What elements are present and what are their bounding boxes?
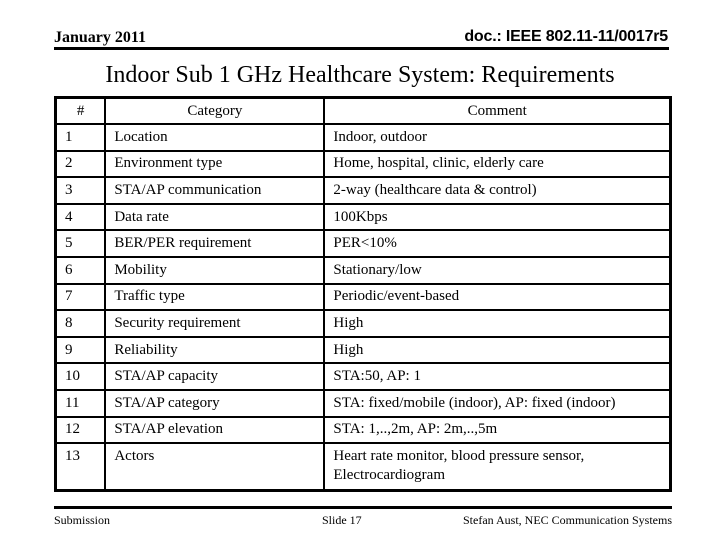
- row-category: STA/AP elevation: [104, 415, 326, 445]
- slide-title: Indoor Sub 1 GHz Healthcare System: Requ…: [105, 62, 615, 88]
- row-number: 12: [54, 415, 107, 445]
- table-row: 10 STA/AP capacity STA:50, AP: 1: [54, 362, 672, 392]
- footer-slide-number: Slide 17: [322, 513, 362, 527]
- column-header-comment: Comment: [323, 96, 672, 126]
- table-row: 1 Location Indoor, outdoor: [54, 123, 672, 152]
- row-comment: STA:50, AP: 1: [323, 362, 672, 392]
- table-row: 12 STA/AP elevation STA: 1,..,2m, AP: 2m…: [54, 415, 672, 445]
- row-number: 9: [54, 335, 107, 365]
- footer-divider: [54, 506, 672, 509]
- row-comment-line: Electrocardiogram: [333, 467, 445, 484]
- table-row: 9 Reliability High: [54, 335, 672, 365]
- header-doc-id: doc.: IEEE 802.11-11/0017r5: [464, 28, 668, 45]
- row-category: STA/AP communication: [104, 176, 326, 205]
- table-row: 4 Data rate 100Kbps: [54, 202, 672, 232]
- row-number: 11: [54, 389, 107, 418]
- row-comment: 2-way (healthcare data & control): [323, 176, 672, 205]
- table-row: 2 Environment type Home, hospital, clini…: [54, 149, 672, 179]
- row-category: Mobility: [104, 256, 326, 285]
- row-number: 6: [54, 256, 107, 285]
- row-category: BER/PER requirement: [104, 229, 326, 259]
- row-comment: 100Kbps: [323, 202, 672, 232]
- row-comment: Indoor, outdoor: [323, 123, 672, 152]
- header-divider: [54, 47, 669, 50]
- column-header-category: Category: [104, 96, 326, 126]
- row-comment: High: [323, 309, 672, 338]
- row-number: 10: [54, 362, 107, 392]
- table-row: 7 Traffic type Periodic/event-based: [54, 282, 672, 312]
- row-comment: Home, hospital, clinic, elderly care: [323, 149, 672, 179]
- row-category: Traffic type: [104, 282, 326, 312]
- row-category: Reliability: [104, 335, 326, 365]
- header-date: January 2011: [54, 29, 147, 46]
- footer-author: Stefan Aust, NEC Communication Systems: [463, 513, 672, 527]
- row-category: Actors: [104, 442, 326, 492]
- row-comment: High: [323, 335, 672, 365]
- row-category: Environment type: [104, 149, 326, 179]
- row-comment: Heart rate monitor, blood pressure senso…: [323, 442, 672, 492]
- row-comment: PER<10%: [323, 229, 672, 259]
- row-category: Security requirement: [104, 309, 326, 338]
- table-row: 5 BER/PER requirement PER<10%: [54, 229, 672, 259]
- table-row: 13 Actors Heart rate monitor, blood pres…: [54, 442, 672, 492]
- row-number: 4: [54, 202, 107, 232]
- row-number: 3: [54, 176, 107, 205]
- row-comment-line: Heart rate monitor, blood pressure senso…: [333, 448, 585, 465]
- row-comment: Periodic/event-based: [323, 282, 672, 312]
- row-number: 13: [54, 442, 107, 492]
- table-row: 3 STA/AP communication 2-way (healthcare…: [54, 176, 672, 205]
- row-number: 5: [54, 229, 107, 259]
- row-comment: STA: fixed/mobile (indoor), AP: fixed (i…: [323, 389, 672, 418]
- table-header-row: # Category Comment: [54, 96, 672, 126]
- table-row: 11 STA/AP category STA: fixed/mobile (in…: [54, 389, 672, 418]
- row-number: 2: [54, 149, 107, 179]
- row-number: 1: [54, 123, 107, 152]
- row-category: STA/AP capacity: [104, 362, 326, 392]
- row-category: Data rate: [104, 202, 326, 232]
- table-row: 6 Mobility Stationary/low: [54, 256, 672, 285]
- row-comment: Stationary/low: [323, 256, 672, 285]
- footer-submission: Submission: [54, 513, 111, 527]
- row-category: Location: [104, 123, 326, 152]
- requirements-table: # Category Comment 1 Location Indoor, ou…: [54, 96, 672, 493]
- row-comment: STA: 1,..,2m, AP: 2m,..,5m: [323, 415, 672, 445]
- row-number: 8: [54, 309, 107, 338]
- row-number: 7: [54, 282, 107, 312]
- table-row: 8 Security requirement High: [54, 309, 672, 338]
- column-header-number: #: [54, 96, 107, 126]
- row-category: STA/AP category: [104, 389, 326, 418]
